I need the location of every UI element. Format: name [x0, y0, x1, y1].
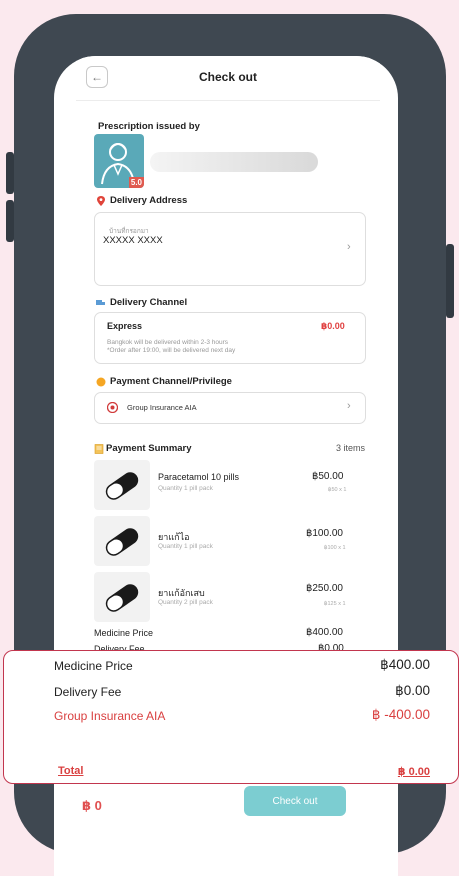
- item-name: ยาแก้ไอ: [158, 532, 190, 542]
- medicine-price-label: Medicine Price: [94, 628, 154, 638]
- delivery-note: Bangkok will be delivered within 2-3 hou…: [107, 339, 229, 346]
- item-name: ยาแก้อักเสบ: [158, 588, 205, 598]
- payment-summary-label: Payment Summary: [106, 443, 192, 454]
- location-pin-icon: [97, 196, 105, 206]
- item-unit: ฿125 x 1: [324, 601, 346, 607]
- delivery-channel-label: Delivery Channel: [110, 297, 188, 308]
- prescription-label: Prescription issued by: [98, 121, 200, 132]
- item-qty: Quantity 1 pill pack: [158, 485, 213, 492]
- rating-badge: 5.0: [128, 177, 144, 188]
- pill-icon: [105, 472, 139, 500]
- delivery-note: *Order after 19:00, will be delivered ne…: [107, 347, 236, 354]
- doctor-avatar: 5.0: [94, 134, 144, 188]
- item-image: [94, 460, 150, 510]
- item-qty: Quantity 1 pill pack: [158, 543, 213, 550]
- item-price: ฿50.00: [312, 471, 344, 482]
- payment-channel-card[interactable]: Group Insurance AIA ›: [94, 392, 366, 424]
- truck-icon: [96, 300, 105, 305]
- address-card[interactable]: บ้านที่กรอกมา XXXXX XXXX ›: [94, 212, 366, 286]
- coin-icon: [96, 377, 106, 387]
- address-name: XXXXX XXXX: [103, 235, 163, 246]
- item-price: ฿250.00: [306, 583, 343, 594]
- item-image: [94, 516, 150, 566]
- medicine-price-value: ฿400.00: [306, 627, 343, 638]
- doctor-name-placeholder: [150, 152, 318, 172]
- bottom-total: ฿ 0: [82, 798, 102, 813]
- overlay-total-label: Total: [58, 765, 84, 777]
- aia-logo-icon: [107, 402, 118, 413]
- delivery-address-label: Delivery Address: [110, 195, 188, 206]
- item-image: [94, 572, 150, 622]
- overlay-medicine-price-value: ฿400.00: [380, 657, 430, 672]
- pill-icon: [105, 528, 139, 556]
- overlay-total-value: ฿ 0.00: [397, 766, 430, 778]
- price-breakdown-highlight: Medicine Price ฿400.00 Delivery Fee ฿0.0…: [3, 650, 459, 784]
- delivery-channel-card[interactable]: Express ฿0.00 Bangkok will be delivered …: [94, 312, 366, 364]
- overlay-delivery-fee-label: Delivery Fee: [54, 685, 122, 699]
- header: ← Check out: [76, 56, 380, 101]
- delivery-method: Express: [107, 321, 143, 331]
- payment-channel-label: Payment Channel/Privilege: [110, 376, 232, 387]
- phone-side-button: [6, 152, 14, 194]
- page-title: Check out: [198, 70, 257, 84]
- pill-icon: [105, 584, 139, 612]
- item-count: 3 items: [336, 443, 366, 453]
- overlay-insurance-label: Group Insurance AIA: [54, 709, 166, 723]
- delivery-price: ฿0.00: [321, 321, 345, 331]
- chevron-right-icon: ›: [347, 241, 351, 253]
- overlay-medicine-price-label: Medicine Price: [54, 659, 133, 673]
- overlay-insurance-value: ฿ -400.00: [371, 707, 430, 722]
- overlay-delivery-fee-value: ฿0.00: [395, 683, 430, 698]
- item-unit: ฿100 x 1: [324, 545, 346, 551]
- chevron-right-icon: ›: [347, 400, 351, 412]
- phone-power-button: [446, 244, 454, 318]
- phone-side-button: [6, 200, 14, 242]
- item-name: Paracetamol 10 pills: [158, 472, 240, 482]
- payment-channel-value: Group Insurance AIA: [127, 403, 197, 412]
- item-unit: ฿50 x 1: [328, 487, 347, 493]
- item-price: ฿100.00: [306, 528, 343, 539]
- checkout-button[interactable]: Check out: [244, 786, 346, 816]
- item-qty: Quantity 2 pill pack: [158, 599, 213, 606]
- receipt-icon: [94, 444, 104, 454]
